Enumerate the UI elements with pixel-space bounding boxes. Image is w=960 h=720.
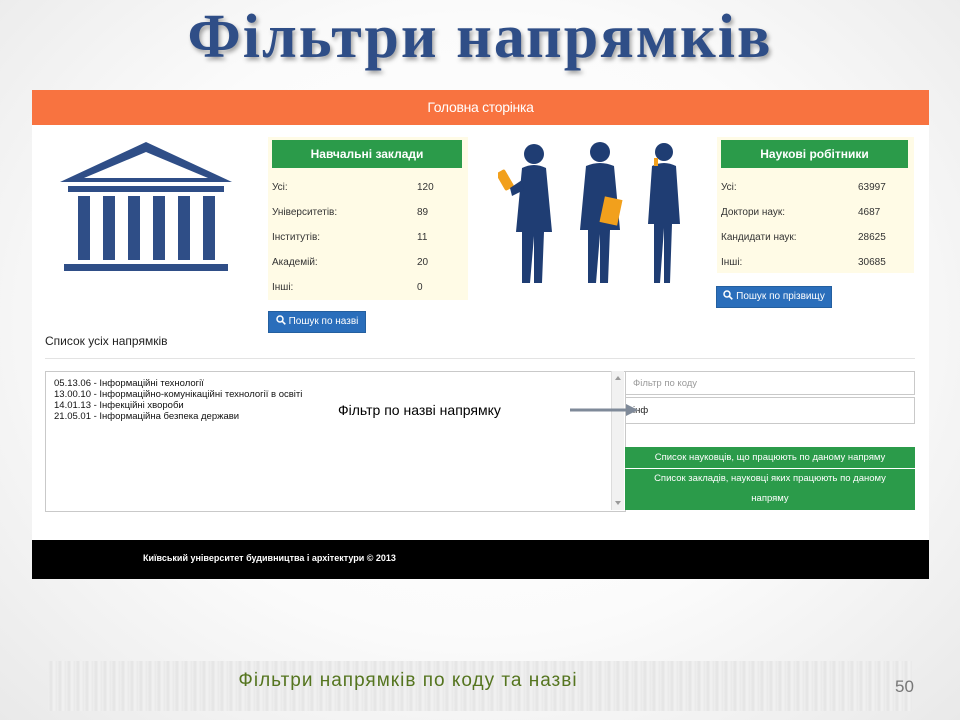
search-by-name-label: Пошук по назві (288, 316, 359, 327)
footer-text: Київський університет будивництва і архі… (143, 553, 396, 563)
stat-row: Інші: 0 (272, 281, 462, 295)
scroll-down-arrow-icon[interactable] (615, 501, 621, 505)
footer: Київський університет будивництва і архі… (32, 540, 929, 579)
search-icon (723, 290, 734, 300)
scientists-by-direction-button[interactable]: Список науковців, що працюють по даному … (625, 447, 915, 468)
stat-row: Усі: 63997 (721, 181, 908, 195)
stat-row: Усі: 120 (272, 181, 462, 195)
stat-value: 63997 (858, 182, 886, 193)
list-item[interactable]: 14.01.13 - Інфекційні хвороби (54, 400, 184, 411)
scroll-up-arrow-icon[interactable] (615, 376, 621, 380)
stat-row: Університетів: 89 (272, 206, 462, 220)
code-filter-input[interactable] (625, 371, 915, 395)
annotation-label: Фільтр по назві напрямку (338, 402, 501, 418)
stat-label: Інші: (272, 282, 294, 293)
stat-label: Усі: (721, 182, 737, 193)
search-by-surname-button[interactable]: Пошук по прізвищу (716, 286, 832, 308)
stat-value: 89 (417, 207, 429, 218)
stat-label: Інститутів: (272, 232, 321, 243)
stat-label: Усі: (272, 182, 288, 193)
scientists-card: Наукові робітники Усі: 63997 Доктори нау… (717, 137, 914, 273)
stat-value: 20 (417, 257, 429, 268)
stat-row: Доктори наук: 4687 (721, 206, 908, 220)
name-filter-input[interactable] (625, 397, 915, 424)
stat-row: Інститутів: 11 (272, 231, 462, 245)
search-by-name-button[interactable]: Пошук по назві (268, 311, 366, 333)
search-by-surname-label: Пошук по прізвищу (736, 291, 825, 302)
divider (45, 358, 915, 359)
arrow-icon (570, 404, 638, 416)
nav-home-link[interactable]: Головна сторінка (32, 90, 929, 125)
stat-row: Кандидати наук: 28625 (721, 231, 908, 245)
institutions-by-direction-button[interactable]: Список закладів, науковці яких працюють … (625, 469, 915, 510)
app-window: Головна сторінка Навчальні заклади Усі: … (32, 90, 929, 579)
stat-value: 4687 (858, 207, 881, 218)
listbox-scrollbar[interactable] (611, 371, 624, 510)
directions-listbox[interactable]: 05.13.06 - Інформаційні технології 13.00… (45, 371, 626, 512)
stat-label: Університетів: (272, 207, 338, 218)
institutions-card-title: Навчальні заклади (272, 140, 462, 168)
slide-title: Фільтри напрямків (187, 3, 773, 71)
stat-value: 0 (417, 282, 423, 293)
stat-value: 120 (417, 182, 434, 193)
business-people-illustration (498, 142, 680, 283)
institutions-card: Навчальні заклади Усі: 120 Університетів… (268, 137, 468, 300)
slide-page-number: 50 (895, 677, 914, 696)
stat-label: Доктори наук: (721, 207, 786, 218)
directions-list-title: Список усіх напрямків (45, 334, 168, 348)
building-columns-icon (60, 142, 232, 271)
stat-label: Академій: (272, 257, 318, 268)
list-item[interactable]: 13.00.10 - Інформаційно-комунікаційні те… (54, 389, 302, 400)
stat-value: 30685 (858, 257, 886, 268)
stat-label: Кандидати наук: (721, 232, 797, 243)
slide-subtitle: Фільтри напрямків по коду та назві (238, 670, 578, 691)
scientists-card-title: Наукові робітники (721, 140, 908, 168)
stat-row: Інші: 30685 (721, 256, 908, 270)
stat-label: Інші: (721, 257, 743, 268)
stat-row: Академій: 20 (272, 256, 462, 270)
search-icon (275, 315, 286, 325)
list-item[interactable]: 05.13.06 - Інформаційні технології (54, 378, 204, 389)
list-item[interactable]: 21.05.01 - Інформаційна безпека держави (54, 411, 239, 422)
stat-value: 11 (417, 232, 428, 243)
stat-value: 28625 (858, 232, 886, 243)
